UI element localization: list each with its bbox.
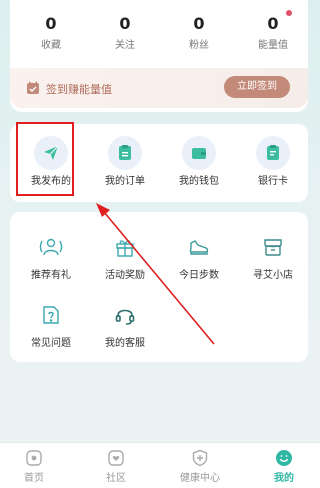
tab-label: 社区 (106, 473, 126, 484)
tab-health-center[interactable]: 健康中心 (170, 449, 230, 485)
tab-home[interactable]: 首页 (4, 449, 64, 485)
smile-face-icon (276, 450, 292, 466)
annotation-arrow (96, 203, 215, 345)
tab-community[interactable]: 社区 (86, 449, 146, 485)
community-icon (108, 450, 124, 466)
tab-label: 我的 (274, 473, 294, 484)
bottom-tab-bar: 首页 社区 健康中心 我的 (0, 442, 320, 488)
tab-mine[interactable]: 我的 (254, 449, 314, 485)
tab-label: 首页 (24, 473, 44, 484)
tab-label: 健康中心 (180, 473, 220, 484)
home-icon (26, 450, 42, 466)
shield-plus-icon (192, 449, 208, 467)
